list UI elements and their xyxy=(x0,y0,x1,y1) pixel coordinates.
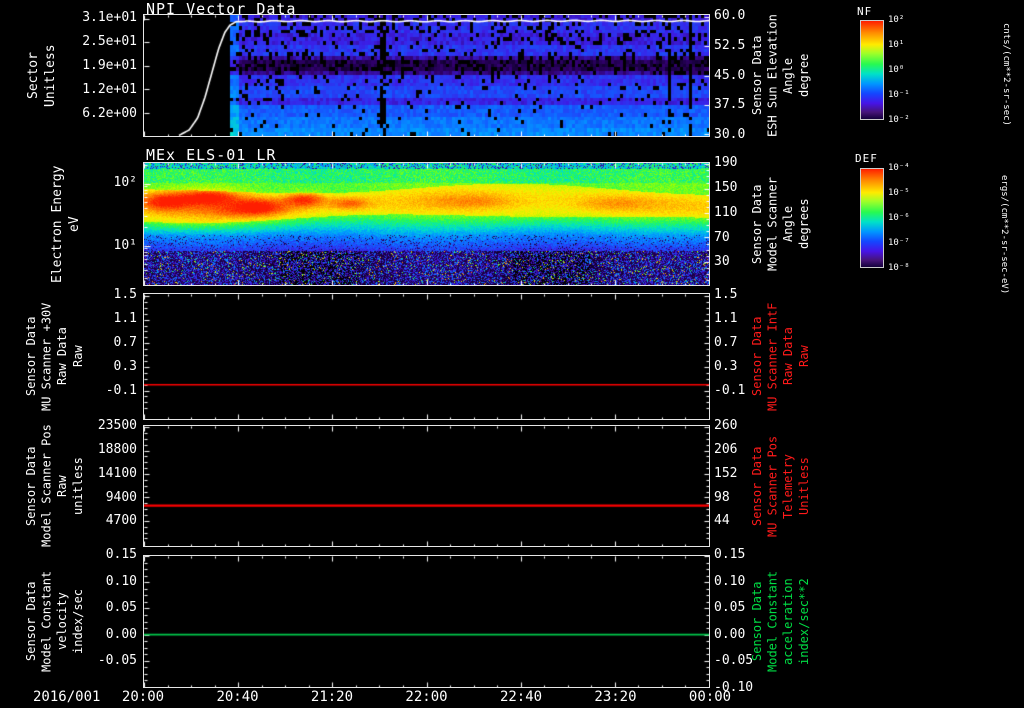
y-tick-label-left: 10² xyxy=(113,174,137,190)
y-tick-label-left: -0.05 xyxy=(97,653,137,669)
panel3-right-axis-label: Sensor Data MU Scanner IntF Raw Data Raw xyxy=(750,302,811,411)
x-axis-date-label: 2016/001 xyxy=(33,689,101,705)
x-tick-label: 21:20 xyxy=(310,689,354,705)
els-spectrogram-panel xyxy=(143,162,710,286)
y-tick-label-right: 150 xyxy=(714,180,738,196)
y-tick-label-left: 0.7 xyxy=(113,335,137,351)
y-tick-label-right: 0.05 xyxy=(714,600,746,616)
y-tick-label-right: 70 xyxy=(714,229,730,245)
colorbar-tick-label: 10⁻² xyxy=(888,115,910,125)
colorbar-tick-label: 10⁰ xyxy=(888,65,905,75)
y-tick-label-right: 0.00 xyxy=(714,626,746,642)
x-tick-label: 23:20 xyxy=(594,689,637,705)
panel2-right-axis-label: Sensor Data Model Scanner Angle degrees xyxy=(750,177,811,271)
scanner-pos-panel xyxy=(143,425,710,547)
npi-spectrogram-canvas xyxy=(144,15,709,136)
y-tick-label-right: 206 xyxy=(714,442,738,457)
colorbar-tick-label: 10² xyxy=(888,15,905,25)
colorbar2-unit-label: ergs/(cm**2-sr-sec-eV) xyxy=(999,175,1009,295)
colorbar1-title: NF xyxy=(857,5,873,18)
y-tick-label-right: 30 xyxy=(714,254,730,270)
y-tick-label-left: 1.2e+01 xyxy=(82,81,137,97)
panel1-left-axis-label: Sector Unitless xyxy=(26,44,58,107)
y-tick-label-left: 3.1e+01 xyxy=(82,9,137,25)
model-constant-canvas xyxy=(144,556,709,687)
y-tick-label-right: 1.5 xyxy=(714,287,738,303)
y-tick-label-right: 0.7 xyxy=(714,335,738,351)
colorbar1-gradient xyxy=(860,20,884,120)
colorbar2-gradient xyxy=(860,168,884,268)
x-tick-label: 00:00 xyxy=(688,689,732,705)
y-tick-label-left: 0.3 xyxy=(113,359,137,375)
y-tick-label-right: 45.0 xyxy=(714,67,746,83)
y-tick-label-left: 10¹ xyxy=(113,237,137,253)
colorbar-tick-label: 10⁻⁶ xyxy=(888,213,910,223)
y-tick-label-right: 30.0 xyxy=(714,126,746,142)
model-constant-panel xyxy=(143,555,710,688)
y-tick-label-right: -0.1 xyxy=(714,383,746,399)
x-tick-label: 20:40 xyxy=(216,689,259,705)
y-tick-label-left: 1.9e+01 xyxy=(82,57,137,73)
y-tick-label-left: 0.10 xyxy=(105,573,137,589)
y-tick-label-right: -0.05 xyxy=(714,653,754,669)
y-tick-label-right: 152 xyxy=(714,465,738,481)
y-tick-label-left: 1.5 xyxy=(113,287,137,303)
colorbar-tick-label: 10⁻⁷ xyxy=(888,238,910,248)
y-tick-label-left: 2.5e+01 xyxy=(82,33,137,49)
colorbar-tick-label: 10¹ xyxy=(888,40,905,50)
panel1-right-axis-label: Sensor Data ESH Sun Elevation Angle degr… xyxy=(750,14,811,137)
panel4-right-axis-label: Sensor Data MU Scanner Pos Telemetry Uni… xyxy=(750,435,811,537)
y-tick-label-left: 1.1 xyxy=(113,311,137,327)
y-tick-label-right: 260 xyxy=(714,418,738,434)
y-tick-label-left: 23500 xyxy=(97,418,137,434)
y-tick-label-left: 0.05 xyxy=(105,600,137,616)
plot-window: NPI Vector Data MEx ELS-01 LR Sector Uni… xyxy=(0,0,1024,708)
y-tick-label-left: 18800 xyxy=(97,442,137,457)
mu-scanner-30v-panel xyxy=(143,293,710,420)
y-tick-label-right: 0.3 xyxy=(714,359,738,375)
y-tick-label-left: 0.15 xyxy=(105,547,137,562)
y-tick-label-left: -0.1 xyxy=(105,383,137,399)
npi-spectrogram-panel xyxy=(143,14,710,137)
panel5-right-axis-label: Sensor Data Model Constant acceleration … xyxy=(750,570,811,673)
y-tick-label-right: 52.5 xyxy=(714,37,746,53)
colorbar-tick-label: 10⁻⁵ xyxy=(888,188,910,198)
y-tick-label-right: 1.1 xyxy=(714,311,738,327)
y-tick-label-left: 14100 xyxy=(97,465,137,481)
x-tick-label: 22:40 xyxy=(499,689,543,705)
colorbar2-title: DEF xyxy=(855,152,878,165)
y-tick-label-left: 9400 xyxy=(105,489,137,505)
els-spectrogram-canvas xyxy=(144,163,709,285)
y-tick-label-right: 98 xyxy=(714,489,730,505)
y-tick-label-right: 37.5 xyxy=(714,97,746,113)
y-tick-label-left: 6.2e+00 xyxy=(82,105,137,121)
mu-scanner-30v-canvas xyxy=(144,294,709,419)
y-tick-label-left: 0.00 xyxy=(105,626,137,642)
y-tick-label-left: 4700 xyxy=(105,513,137,529)
colorbar-tick-label: 10⁻⁴ xyxy=(888,163,910,173)
y-tick-label-right: 0.10 xyxy=(714,573,746,589)
y-tick-label-right: 60.0 xyxy=(714,8,746,24)
colorbar-tick-label: 10⁻¹ xyxy=(888,90,910,100)
colorbar-tick-label: 10⁻⁸ xyxy=(888,263,910,273)
x-tick-label: 20:00 xyxy=(121,689,165,705)
scanner-pos-canvas xyxy=(144,426,709,546)
y-tick-label-right: 44 xyxy=(714,513,730,529)
y-tick-label-right: 190 xyxy=(714,155,738,171)
x-tick-label: 22:00 xyxy=(405,689,448,705)
y-tick-label-right: 110 xyxy=(714,204,738,220)
y-tick-label-right: 0.15 xyxy=(714,547,746,562)
colorbar1-unit-label: cnts/(cm**2-sr-sec) xyxy=(1001,22,1011,126)
